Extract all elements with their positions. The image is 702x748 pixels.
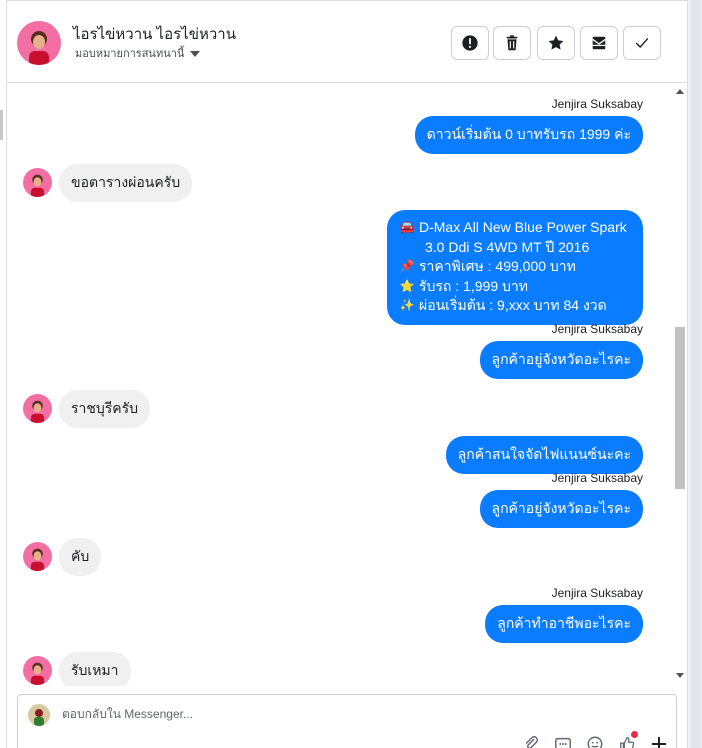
outgoing-message[interactable]: ดาวน์เริ่มต้น 0 บาทรับรถ 1999 ค่ะ — [414, 116, 643, 154]
star-button[interactable] — [537, 26, 575, 60]
alert-icon — [462, 35, 478, 51]
car-icon: 🚘 — [399, 220, 415, 234]
sender-name: Jenjira Suksabay — [551, 97, 643, 111]
trash-icon — [506, 35, 518, 51]
contact-avatar[interactable] — [17, 21, 61, 65]
notification-dot — [631, 731, 638, 738]
star-emoji-icon: ⭐ — [399, 278, 415, 293]
contact-name[interactable]: ไอรไข่หวาน ไอรไข่หวาน — [73, 22, 236, 46]
composer-actions — [522, 731, 668, 748]
emoji-icon[interactable] — [586, 735, 604, 748]
left-edge-marker — [0, 110, 3, 140]
conversation-header: ไอรไข่หวาน ไอรไข่หวาน มอบหมายการสนทนานี้ — [7, 0, 687, 83]
thread-scrollbar[interactable] — [673, 84, 687, 686]
message-thread[interactable]: Jenjira Suksabay ดาวน์เริ่มต้น 0 บาทรับร… — [7, 84, 687, 686]
message-line: 📌 ราคาพิเศษ : 499,000 บาท — [399, 257, 631, 277]
sender-name: Jenjira Suksabay — [551, 322, 643, 336]
gif-icon[interactable] — [554, 735, 572, 748]
incoming-message[interactable]: รับเหมา — [59, 652, 131, 686]
incoming-message[interactable]: คับ — [59, 538, 102, 576]
outgoing-message[interactable]: ลูกค้าอยู่จังหวัดอะไรคะ — [479, 490, 643, 528]
customer-avatar — [23, 542, 52, 571]
pin-icon: 📌 — [399, 259, 415, 273]
delete-button[interactable] — [493, 26, 531, 60]
conversation-panel: ไอรไข่หวาน ไอรไข่หวาน มอบหมายการสนทนานี้ — [6, 0, 688, 748]
scroll-up-arrow-icon[interactable] — [676, 89, 684, 94]
archive-mail-icon — [592, 36, 606, 50]
outgoing-message[interactable]: ลูกค้าสนใจจัดไฟแนนซ์นะคะ — [445, 436, 643, 474]
mark-spam-button[interactable] — [451, 26, 489, 60]
sender-name: Jenjira Suksabay — [551, 586, 643, 600]
incoming-message[interactable]: ราชบุรีครับ — [59, 390, 151, 428]
reply-input[interactable] — [62, 707, 462, 721]
sender-name: Jenjira Suksabay — [551, 471, 643, 485]
message-line: ✨ ผ่อนเริ่มต้น : 9,xxx บาท 84 งวด — [399, 296, 631, 316]
reply-composer — [17, 694, 677, 748]
add-icon[interactable] — [650, 735, 668, 748]
outgoing-message[interactable]: ลูกค้าอยู่จังหวัดอะไรคะ — [479, 341, 643, 379]
scroll-down-arrow-icon[interactable] — [676, 673, 684, 678]
page-scrollbar[interactable] — [688, 0, 702, 748]
incoming-message[interactable]: ขอตารางผ่อนครับ — [59, 164, 193, 202]
page-avatar — [28, 704, 50, 726]
attachment-icon[interactable] — [522, 735, 540, 748]
assign-conversation-dropdown[interactable]: มอบหมายการสนทนานี้ — [75, 44, 201, 62]
sparkles-icon: ✨ — [399, 298, 415, 312]
mark-done-button[interactable] — [623, 26, 661, 60]
caret-down-icon — [190, 50, 201, 57]
message-line: 3.0 Ddi S 4WD MT ปี 2016 — [425, 238, 590, 255]
mark-unread-button[interactable] — [580, 26, 618, 60]
customer-avatar — [23, 656, 52, 685]
scrollbar-thumb[interactable] — [675, 327, 685, 489]
check-icon — [635, 38, 649, 48]
customer-avatar — [23, 394, 52, 423]
outgoing-message[interactable]: ลูกค้าทำอาชีพอะไรคะ — [485, 605, 643, 643]
customer-avatar — [23, 168, 52, 197]
message-line: 🚘 D-Max All New Blue Power Spark — [399, 218, 631, 238]
message-line: ⭐ รับรถ : 1,999 บาท — [399, 277, 631, 297]
outgoing-car-details-message[interactable]: 🚘 D-Max All New Blue Power Spark 3.0 Ddi … — [387, 210, 643, 325]
inbox-page: ไอรไข่หวาน ไอรไข่หวาน มอบหมายการสนทนานี้ — [0, 0, 702, 748]
star-icon — [548, 35, 564, 50]
assign-label: มอบหมายการสนทนานี้ — [75, 48, 185, 60]
like-button[interactable] — [618, 731, 638, 748]
page-scroll-track[interactable] — [691, 0, 701, 748]
